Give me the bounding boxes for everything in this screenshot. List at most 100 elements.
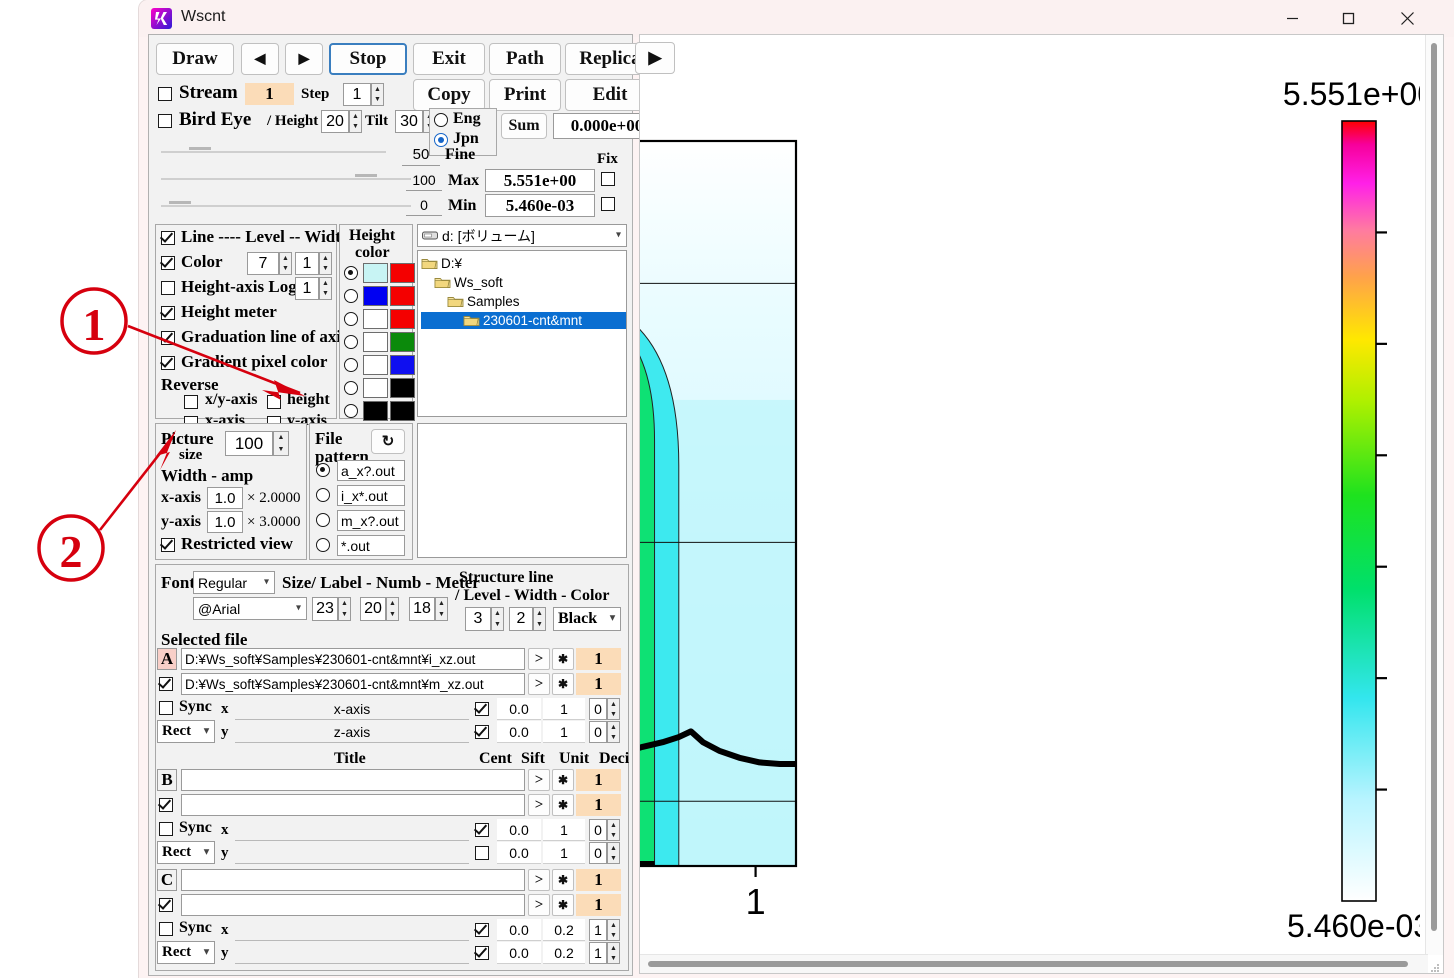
drive-select[interactable]: d: [ボリューム] ▾ [417, 224, 627, 247]
prev-button[interactable]: ◀ [241, 43, 279, 75]
stream-value[interactable]: 1 [245, 83, 294, 105]
min-value[interactable]: 5.460e-03 [485, 194, 595, 217]
deci-value[interactable]: 1 [589, 942, 607, 964]
min-scale-value[interactable]: 0 [406, 194, 442, 216]
tree-item[interactable]: Ws_soft [434, 274, 503, 291]
wildcard-button[interactable]: ✱ [552, 869, 574, 891]
height-color-radio-6[interactable] [344, 381, 358, 395]
cent-checkbox[interactable] [475, 923, 489, 937]
tree-item[interactable]: D:¥ [421, 255, 462, 272]
axis-title-input[interactable]: z-axis [235, 721, 469, 743]
plot-horizontal-scrollbar[interactable] [640, 954, 1428, 973]
max-fix-checkbox[interactable] [601, 172, 615, 186]
graduation-checkbox[interactable] [161, 331, 175, 345]
meter-size-value[interactable]: 18 [409, 597, 435, 621]
cent-checkbox[interactable] [475, 846, 489, 860]
picture-x-value[interactable]: 1.0 [207, 487, 243, 509]
height-spinner[interactable]: ▲ ▼ [349, 110, 362, 133]
radio-eng[interactable] [434, 113, 448, 127]
height-color-swatch-right-5[interactable] [390, 355, 415, 375]
sync-checkbox-b[interactable] [159, 822, 173, 836]
refresh-icon[interactable]: ↻ [371, 429, 405, 454]
step-spinner[interactable]: ▲ ▼ [371, 83, 384, 106]
height-color-radio-5[interactable] [344, 358, 358, 372]
tree-item[interactable]: Samples [447, 293, 520, 310]
horizontal-scroll-thumb[interactable] [648, 961, 1408, 967]
max-scale-value[interactable]: 100 [406, 169, 442, 191]
deci-spinner[interactable]: ▲ ▼ [607, 721, 620, 743]
file-path-input[interactable] [181, 869, 525, 891]
deci-value[interactable]: 0 [589, 842, 607, 864]
file-group-tag-a[interactable]: A [157, 648, 177, 670]
cent-checkbox[interactable] [475, 946, 489, 960]
file-group-enable-checkbox-c[interactable] [159, 898, 173, 912]
height-color-swatch-left-2[interactable] [363, 286, 388, 306]
picture-size-spinner[interactable]: ▲ ▼ [273, 431, 289, 456]
browse-button[interactable]: > [528, 794, 550, 816]
structure-level-value[interactable]: 3 [465, 607, 491, 631]
height-color-swatch-left-3[interactable] [363, 309, 388, 329]
close-icon[interactable] [1384, 0, 1430, 37]
slider-thumb-3[interactable] [169, 201, 191, 204]
height-color-radio-1[interactable] [344, 266, 358, 280]
file-pattern-radio-3[interactable] [316, 513, 330, 527]
file-index-value[interactable]: 1 [576, 648, 621, 670]
file-pattern-value-2[interactable]: i_x*.out [337, 485, 405, 506]
unit-value[interactable]: 1 [543, 842, 585, 864]
cent-checkbox[interactable] [475, 702, 489, 716]
structure-level-spinner[interactable]: ▲ ▼ [491, 607, 504, 631]
height-color-swatch-right-2[interactable] [390, 286, 415, 306]
sift-value[interactable]: 0.0 [497, 842, 541, 864]
structure-width-value[interactable]: 2 [509, 607, 533, 631]
fine-value[interactable]: 50 [402, 143, 440, 166]
sum-button[interactable]: Sum [501, 113, 547, 139]
sift-value[interactable]: 0.0 [497, 721, 541, 743]
height-color-swatch-right-4[interactable] [390, 332, 415, 352]
folder-tree[interactable]: D:¥ Ws_soft Samples 230601-cnt&mnt [417, 250, 627, 417]
height-color-swatch-left-6[interactable] [363, 378, 388, 398]
deci-value[interactable]: 0 [589, 721, 607, 743]
exit-button[interactable]: Exit [413, 43, 485, 75]
file-pattern-value-4[interactable]: *.out [337, 535, 405, 556]
browse-button[interactable]: > [528, 769, 550, 791]
file-group-tag-c[interactable]: C [157, 869, 177, 891]
play-button[interactable]: ▶ [635, 42, 675, 74]
stream-checkbox[interactable] [158, 87, 172, 101]
sync-checkbox-a[interactable] [159, 701, 173, 715]
file-path-input[interactable] [181, 769, 525, 791]
color-checkbox[interactable] [161, 256, 175, 270]
max-value[interactable]: 5.551e+00 [485, 169, 595, 192]
height-color-radio-7[interactable] [344, 404, 358, 418]
file-index-value[interactable]: 1 [576, 794, 621, 816]
unit-value[interactable]: 0.2 [543, 942, 585, 964]
path-button[interactable]: Path [489, 43, 561, 75]
height-color-swatch-right-6[interactable] [390, 378, 415, 398]
file-pattern-radio-4[interactable] [316, 538, 330, 552]
shape-select-c[interactable]: Rect ▾ [157, 941, 215, 964]
picture-size-value[interactable]: 100 [225, 431, 273, 456]
sift-value[interactable]: 0.0 [497, 698, 541, 720]
file-group-enable-checkbox-a[interactable] [159, 677, 173, 691]
file-pattern-radio-1[interactable] [316, 463, 330, 477]
height-axis-log-spinner[interactable]: ▲ ▼ [319, 277, 332, 300]
unit-value[interactable]: 1 [543, 721, 585, 743]
plot-vertical-scrollbar[interactable] [1425, 35, 1443, 955]
shape-select-b[interactable]: Rect ▾ [157, 841, 215, 864]
structure-color-select[interactable]: Black ▾ [553, 607, 621, 631]
file-pattern-value-3[interactable]: m_x?.out [337, 510, 405, 531]
wildcard-button[interactable]: ✱ [552, 894, 574, 916]
axis-title-input[interactable]: x-axis [235, 698, 469, 720]
browse-button[interactable]: > [528, 869, 550, 891]
file-path-input[interactable] [181, 894, 525, 916]
file-index-value[interactable]: 1 [576, 673, 621, 695]
print-button[interactable]: Print [489, 79, 561, 111]
axis-title-input[interactable] [235, 842, 469, 864]
wildcard-button[interactable]: ✱ [552, 794, 574, 816]
sift-value[interactable]: 0.0 [497, 942, 541, 964]
slider-track-1[interactable] [161, 151, 386, 153]
height-color-swatch-right-1[interactable] [390, 263, 415, 283]
deci-spinner[interactable]: ▲ ▼ [607, 942, 620, 964]
axis-title-input[interactable] [235, 919, 469, 941]
wildcard-button[interactable]: ✱ [552, 673, 574, 695]
reverse-height-checkbox[interactable] [267, 395, 281, 409]
